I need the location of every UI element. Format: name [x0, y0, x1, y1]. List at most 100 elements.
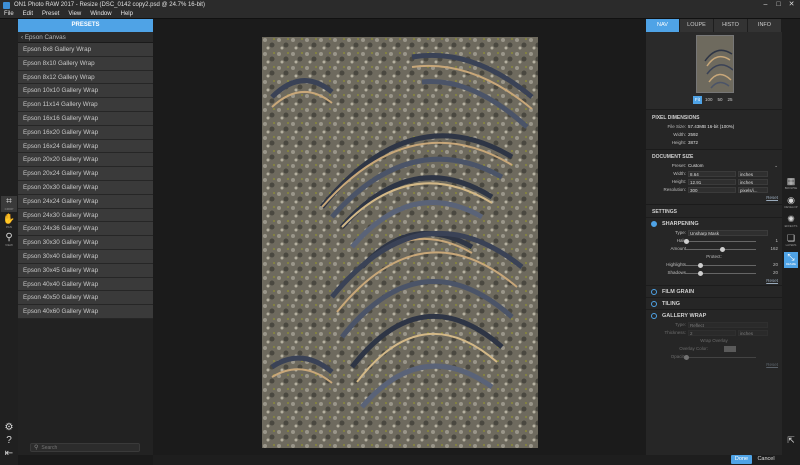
- sharpening-toggle[interactable]: [651, 221, 657, 227]
- tab-histo[interactable]: HISTO: [714, 19, 748, 32]
- minimize-icon[interactable]: –: [759, 0, 772, 10]
- gallery-wrap-header[interactable]: GALLERY WRAP: [646, 309, 782, 321]
- preset-item[interactable]: Epson 30x45 Gallery Wrap: [18, 263, 153, 278]
- highlights-slider-handle[interactable]: [698, 262, 703, 268]
- pixel-height-row: Height: 3872: [671, 140, 699, 145]
- doc-height-input[interactable]: 12.91: [688, 179, 736, 185]
- halo-slider[interactable]: [686, 241, 756, 242]
- module-layers[interactable]: ❏ LAYERS: [784, 233, 798, 249]
- menu-edit[interactable]: Edit: [23, 11, 33, 17]
- tab-loupe[interactable]: LOUPE: [680, 19, 714, 32]
- preset-item[interactable]: Epson 8x12 Gallery Wrap: [18, 70, 153, 85]
- done-button[interactable]: Done: [731, 455, 752, 464]
- sharpening-reset[interactable]: Reset: [766, 277, 778, 285]
- preview-image[interactable]: [262, 37, 538, 448]
- amount-slider-handle[interactable]: [720, 246, 725, 252]
- preset-item[interactable]: Epson 20x24 Gallery Wrap: [18, 167, 153, 181]
- module-develop[interactable]: ◉ DEVELOP: [784, 195, 798, 211]
- presets-header[interactable]: PRESETS: [18, 19, 153, 32]
- preset-item[interactable]: Epson 40x50 Gallery Wrap: [18, 291, 153, 306]
- develop-icon: ◉: [787, 195, 795, 205]
- preset-search[interactable]: ⚲: [30, 443, 140, 452]
- preset-item[interactable]: Epson 16x16 Gallery Wrap: [18, 111, 153, 126]
- preset-item[interactable]: Epson 16x20 Gallery Wrap: [18, 125, 153, 140]
- document-size-reset[interactable]: Reset: [766, 194, 778, 202]
- cancel-button[interactable]: Cancel: [755, 455, 777, 464]
- zoom-100-button[interactable]: 100: [703, 96, 715, 104]
- shadows-slider[interactable]: [686, 273, 756, 274]
- preset-item[interactable]: Epson 30x30 Gallery Wrap: [18, 236, 153, 250]
- menu-view[interactable]: View: [68, 11, 81, 17]
- left-toolbar: ⌗ CROP ✋ PAN ⚲ VIEW ⚙ ? ⇤: [0, 19, 18, 465]
- preset-item[interactable]: Epson 8x8 Gallery Wrap: [18, 43, 153, 57]
- share-icon: ⇱: [787, 435, 795, 445]
- preset-item[interactable]: Epson 40x40 Gallery Wrap: [18, 277, 153, 292]
- module-resize[interactable]: ⤡ RESIZE: [784, 252, 798, 268]
- document-size-title: DOCUMENT SIZE: [652, 154, 694, 160]
- fungus-photo: [262, 37, 538, 448]
- sharpening-header[interactable]: SHARPENING: [646, 217, 782, 229]
- opacity-slider[interactable]: [686, 357, 756, 358]
- search-input[interactable]: [41, 444, 132, 451]
- doc-width-unit[interactable]: inches: [738, 171, 768, 177]
- menu-preset[interactable]: Preset: [42, 11, 59, 17]
- doc-width-input[interactable]: 8.64: [688, 171, 736, 177]
- menu-help[interactable]: Help: [121, 11, 133, 17]
- settings-title: SETTINGS: [652, 209, 678, 215]
- zoom-25-button[interactable]: 25: [726, 96, 735, 104]
- highlights-slider[interactable]: [686, 265, 756, 266]
- collapse-button[interactable]: ⇤: [1, 448, 17, 464]
- layers-icon: ❏: [786, 233, 796, 243]
- preset-category-back[interactable]: ‹ Epson Canvas: [18, 32, 153, 43]
- gallery-wrap-toggle[interactable]: [651, 313, 657, 319]
- preset-item[interactable]: Epson 24x30 Gallery Wrap: [18, 208, 153, 223]
- preset-item[interactable]: Epson 30x40 Gallery Wrap: [18, 249, 153, 264]
- preset-item[interactable]: Epson 8x10 Gallery Wrap: [18, 56, 153, 71]
- resolution-input[interactable]: 300: [688, 187, 736, 193]
- tiling-header[interactable]: TILING: [646, 297, 782, 309]
- maximize-icon[interactable]: □: [772, 0, 785, 10]
- doc-height-unit[interactable]: inches: [738, 179, 768, 185]
- zoom-50-button[interactable]: 50: [716, 96, 725, 104]
- export-button[interactable]: ⇱: [784, 435, 798, 451]
- opacity-slider-handle[interactable]: [684, 354, 689, 360]
- wrap-thickness-input[interactable]: 2: [688, 330, 736, 336]
- pixel-width-value: 2592: [688, 132, 699, 137]
- chevron-down-icon[interactable]: ⌄: [774, 162, 778, 170]
- preset-item[interactable]: Epson 24x24 Gallery Wrap: [18, 194, 153, 209]
- navigator-thumbnail[interactable]: [696, 35, 734, 93]
- close-icon[interactable]: ✕: [785, 0, 798, 10]
- preset-item[interactable]: Epson 16x24 Gallery Wrap: [18, 139, 153, 154]
- help-icon: ?: [6, 435, 12, 446]
- zoom-icon: ⚲: [5, 232, 13, 243]
- overlay-color-swatch[interactable]: [724, 346, 736, 352]
- preset-item[interactable]: Epson 24x36 Gallery Wrap: [18, 222, 153, 237]
- tab-info[interactable]: INFO: [748, 19, 782, 32]
- zoom-fit-button[interactable]: Fit: [693, 96, 702, 104]
- wrap-thickness-unit[interactable]: inches: [738, 330, 768, 336]
- shadows-slider-handle[interactable]: [698, 270, 703, 276]
- gallery-wrap-reset[interactable]: Reset: [766, 361, 778, 369]
- preset-item[interactable]: Epson 11x14 Gallery Wrap: [18, 98, 153, 112]
- film-grain-toggle[interactable]: [651, 289, 657, 295]
- sharpen-type-select[interactable]: Unsharp Mask: [688, 230, 768, 236]
- crop-tool[interactable]: ⌗ CROP: [1, 196, 17, 212]
- preset-item[interactable]: Epson 20x30 Gallery Wrap: [18, 180, 153, 195]
- wrap-type-select[interactable]: Reflect: [688, 322, 768, 328]
- pan-tool[interactable]: ✋ PAN: [1, 214, 17, 230]
- halo-slider-handle[interactable]: [684, 238, 689, 244]
- module-effects[interactable]: ✺ EFFECTS: [784, 214, 798, 230]
- module-browse[interactable]: ▦ BROWSE: [784, 176, 798, 192]
- preset-select[interactable]: Custom: [688, 162, 704, 170]
- film-grain-header[interactable]: FILM GRAIN: [646, 285, 782, 297]
- preset-item[interactable]: Epson 20x20 Gallery Wrap: [18, 153, 153, 168]
- zoom-tool[interactable]: ⚲ VIEW: [1, 232, 17, 248]
- menu-file[interactable]: File: [4, 11, 14, 17]
- resolution-unit[interactable]: pixels/i...: [738, 187, 768, 193]
- preset-item[interactable]: Epson 10x10 Gallery Wrap: [18, 84, 153, 99]
- menu-window[interactable]: Window: [90, 11, 111, 17]
- tab-nav[interactable]: NAV: [646, 19, 680, 32]
- tiling-toggle[interactable]: [651, 301, 657, 307]
- app-icon: [3, 1, 10, 9]
- preset-item[interactable]: Epson 40x60 Gallery Wrap: [18, 305, 153, 319]
